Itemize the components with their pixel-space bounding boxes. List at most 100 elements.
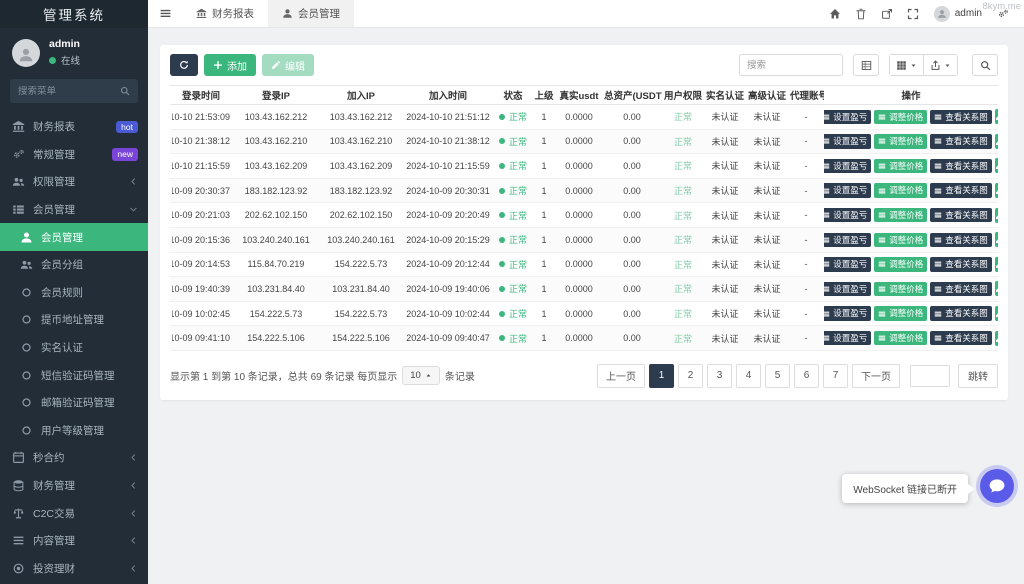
table-row[interactable]: 2024-10-09 09:41:10154.222.5.106154.222.… — [170, 326, 998, 351]
edit-row-button[interactable] — [995, 331, 998, 346]
settings-button[interactable] — [990, 8, 1016, 20]
sidebar-item-10[interactable]: 邮箱验证码管理 — [0, 389, 148, 417]
jump-page-input[interactable] — [910, 365, 950, 387]
view-relation-button[interactable]: 查看关系图 — [930, 233, 992, 248]
sidebar-item-14[interactable]: C2C交易 — [0, 499, 148, 527]
view-relation-button[interactable]: 查看关系图 — [930, 159, 992, 174]
edit-button[interactable]: 编辑 — [262, 54, 314, 76]
page-button-3[interactable]: 3 — [707, 364, 732, 388]
view-relation-button[interactable]: 查看关系图 — [930, 134, 992, 149]
set-pl-button[interactable]: 设置盈亏 — [824, 233, 871, 248]
set-pl-button[interactable]: 设置盈亏 — [824, 134, 871, 149]
adjust-price-button[interactable]: 调整价格 — [874, 110, 927, 125]
table-row[interactable]: 2024-10-09 10:02:45154.222.5.73154.222.5… — [170, 301, 998, 326]
fullscreen-button[interactable] — [900, 8, 926, 20]
adjust-price-button[interactable]: 调整价格 — [874, 159, 927, 174]
adjust-price-button[interactable]: 调整价格 — [874, 282, 927, 297]
view-relation-button[interactable]: 查看关系图 — [930, 110, 992, 125]
sidebar-item-5[interactable]: 会员分组 — [0, 251, 148, 279]
adjust-price-button[interactable]: 调整价格 — [874, 233, 927, 248]
sidebar-item-1[interactable]: 常规管理new — [0, 141, 148, 169]
adjust-price-button[interactable]: 调整价格 — [874, 183, 927, 198]
sidebar-search-input[interactable] — [18, 86, 120, 97]
sidebar-toggle-button[interactable] — [148, 0, 182, 27]
page-button-7[interactable]: 7 — [823, 364, 848, 388]
sidebar-item-3[interactable]: 会员管理 — [0, 196, 148, 224]
view-relation-button[interactable]: 查看关系图 — [930, 331, 992, 346]
table-row[interactable]: 2024-10-09 20:21:03202.62.102.150202.62.… — [170, 203, 998, 228]
set-pl-button[interactable]: 设置盈亏 — [824, 183, 871, 198]
adjust-price-button[interactable]: 调整价格 — [874, 134, 927, 149]
edit-row-button[interactable] — [995, 232, 998, 247]
table-row[interactable]: 2024-10-10 21:38:12103.43.162.210103.43.… — [170, 129, 998, 154]
table-row[interactable]: 2024-10-10 21:53:09103.43.162.212103.43.… — [170, 105, 998, 130]
view-relation-button[interactable]: 查看关系图 — [930, 306, 992, 321]
topbar-avatar[interactable] — [934, 6, 950, 22]
sidebar-item-4[interactable]: 会员管理 — [0, 223, 148, 251]
next-page-button[interactable]: 下一页 — [852, 364, 900, 388]
search-button[interactable] — [972, 54, 998, 76]
table-row[interactable]: 2024-10-09 19:40:39103.231.84.40103.231.… — [170, 277, 998, 302]
chat-button[interactable] — [980, 469, 1014, 503]
view-relation-button[interactable]: 查看关系图 — [930, 208, 992, 223]
table-row[interactable]: 2024-10-09 20:14:53115.84.70.219154.222.… — [170, 252, 998, 277]
page-button-1[interactable]: 1 — [649, 364, 674, 388]
edit-row-button[interactable] — [995, 109, 998, 124]
topbar-username[interactable]: admin — [955, 8, 982, 19]
sidebar-item-16[interactable]: 投资理财 — [0, 555, 148, 583]
set-pl-button[interactable]: 设置盈亏 — [824, 331, 871, 346]
adjust-price-button[interactable]: 调整价格 — [874, 257, 927, 272]
jump-button[interactable]: 跳转 — [958, 364, 998, 388]
table-row[interactable]: 2024-10-09 20:30:37183.182.123.92183.182… — [170, 178, 998, 203]
edit-row-button[interactable] — [995, 306, 998, 321]
toggle-view-button[interactable] — [853, 54, 879, 76]
sidebar-item-2[interactable]: 权限管理 — [0, 168, 148, 196]
sidebar-item-8[interactable]: 实名认证 — [0, 334, 148, 362]
page-button-2[interactable]: 2 — [678, 364, 703, 388]
home-button[interactable] — [822, 8, 848, 20]
sidebar-item-9[interactable]: 短信验证码管理 — [0, 361, 148, 389]
sidebar-item-11[interactable]: 用户等级管理 — [0, 417, 148, 445]
edit-row-button[interactable] — [995, 257, 998, 272]
edit-row-button[interactable] — [995, 281, 998, 296]
edit-row-button[interactable] — [995, 134, 998, 149]
set-pl-button[interactable]: 设置盈亏 — [824, 306, 871, 321]
page-button-4[interactable]: 4 — [736, 364, 761, 388]
set-pl-button[interactable]: 设置盈亏 — [824, 110, 871, 125]
tab-finance-report[interactable]: 财务报表 — [182, 0, 268, 27]
page-button-6[interactable]: 6 — [794, 364, 819, 388]
sidebar-search[interactable] — [10, 79, 138, 103]
refresh-page-button[interactable] — [874, 8, 900, 20]
avatar[interactable] — [12, 39, 40, 67]
table-row[interactable]: 2024-10-10 21:15:59103.43.162.209103.43.… — [170, 154, 998, 179]
sidebar-item-6[interactable]: 会员规则 — [0, 279, 148, 307]
set-pl-button[interactable]: 设置盈亏 — [824, 208, 871, 223]
page-size-select[interactable]: 10 — [402, 366, 440, 385]
set-pl-button[interactable]: 设置盈亏 — [824, 282, 871, 297]
edit-row-button[interactable] — [995, 183, 998, 198]
prev-page-button[interactable]: 上一页 — [597, 364, 645, 388]
export-dropdown-button[interactable] — [924, 54, 958, 76]
refresh-button[interactable] — [170, 54, 198, 76]
set-pl-button[interactable]: 设置盈亏 — [824, 257, 871, 272]
table-row[interactable]: 2024-10-09 20:15:36103.240.240.161103.24… — [170, 227, 998, 252]
sidebar-item-12[interactable]: 秒合约 — [0, 444, 148, 472]
columns-dropdown-button[interactable] — [889, 54, 924, 76]
adjust-price-button[interactable]: 调整价格 — [874, 331, 927, 346]
sidebar-item-7[interactable]: 提币地址管理 — [0, 306, 148, 334]
view-relation-button[interactable]: 查看关系图 — [930, 257, 992, 272]
edit-row-button[interactable] — [995, 208, 998, 223]
set-pl-button[interactable]: 设置盈亏 — [824, 159, 871, 174]
sidebar-item-15[interactable]: 内容管理 — [0, 527, 148, 555]
view-relation-button[interactable]: 查看关系图 — [930, 282, 992, 297]
tab-member-management[interactable]: 会员管理 — [268, 0, 354, 27]
table-search-input[interactable] — [739, 54, 843, 76]
adjust-price-button[interactable]: 调整价格 — [874, 208, 927, 223]
add-button[interactable]: 添加 — [204, 54, 256, 76]
sidebar-item-0[interactable]: 财务报表hot — [0, 113, 148, 141]
edit-row-button[interactable] — [995, 158, 998, 173]
clear-cache-button[interactable] — [848, 8, 874, 20]
adjust-price-button[interactable]: 调整价格 — [874, 306, 927, 321]
page-button-5[interactable]: 5 — [765, 364, 790, 388]
view-relation-button[interactable]: 查看关系图 — [930, 183, 992, 198]
